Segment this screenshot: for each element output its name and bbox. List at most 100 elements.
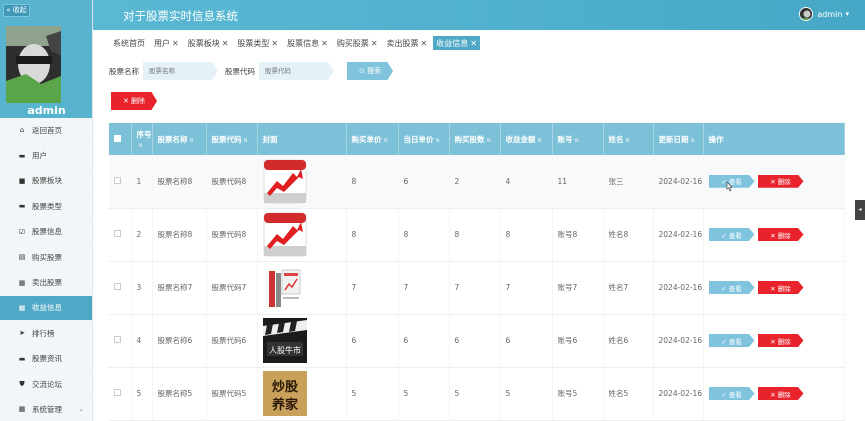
sort-icon[interactable]: ⇅ [626,138,630,144]
grid-icon: ▦ [18,405,26,414]
close-icon[interactable]: ✕ [271,39,278,48]
sidebar-profile: « 收起 admin [0,0,92,118]
close-icon[interactable]: ✕ [371,39,378,48]
sort-icon[interactable]: ⇅ [384,138,388,144]
sidebar-item-0[interactable]: ⌂ 返回首页 [0,118,92,144]
sort-icon[interactable]: ⇅ [575,138,579,144]
sidebar-item-label: 交流论坛 [32,379,62,389]
column-header[interactable]: 封面 [257,123,347,155]
column-header[interactable]: 序号 ⇅ [131,123,153,155]
view-button[interactable]: ✓ 查看 [708,334,755,347]
cell-account: 账号5 [552,367,604,421]
sidebar-item-8[interactable]: ➤ 排行榜 [0,321,92,347]
delete-button[interactable]: ✕ 删除 [757,174,804,188]
sidebar-item-label: 股票信息 [32,227,62,237]
sort-icon[interactable]: ⇅ [691,138,695,144]
stock-code-input[interactable] [259,62,334,80]
sidebar-item-7[interactable]: ▦ 收益信息 [0,295,92,322]
tab-label: 股票类型 [237,38,270,48]
sort-icon[interactable]: ⇅ [244,138,248,144]
sort-icon[interactable]: ⇅ [139,143,143,149]
tab-label: 系统首页 [113,38,145,48]
user-menu[interactable]: admin ▾ [799,7,849,21]
column-header-label: 操作 [708,134,724,144]
close-icon[interactable]: ✕ [172,39,179,48]
sort-icon[interactable]: ⇅ [487,138,491,144]
search-code-label: 股票代码 [225,66,255,76]
search-name-label: 股票名称 [109,66,139,76]
tab-7[interactable]: 收益信息 ✕ [433,36,480,50]
cell-account: 账号8 [552,208,604,262]
sidebar-menu: ⌂ 返回首页 ▬ 用户 ■ 股票板块 ▬ 股票类型 ☑ 股票信息 ▤ 购买股票 ▦ 卖出股票 ▦ 收益信息 ➤ 排… [0,118,92,421]
row-checkbox[interactable] [109,367,132,421]
delete-button[interactable]: ✕ 删除 [757,281,804,294]
tab-2[interactable]: 股票板块 ✕ [185,36,232,50]
sidebar-item-4[interactable]: ☑ 股票信息 [0,220,92,245]
view-button[interactable]: ✓ 查看 [708,228,755,241]
column-header[interactable]: 购买单价 ⇅ [346,123,399,155]
row-checkbox[interactable] [109,314,132,368]
tab-6[interactable]: 卖出股票 ✕ [384,36,431,50]
mouse-cursor-icon [726,182,733,192]
tab-4[interactable]: 股票信息 ✕ [284,36,331,50]
shield-icon: ⛊ [19,379,25,388]
tab-label: 股票板块 [187,38,220,48]
sidebar-item-5[interactable]: ▤ 购买股票 [0,245,92,271]
cell-name: 股票名称6 [152,314,207,368]
sidebar-item-11[interactable]: ▦ 系统管理 ⌄ [0,397,92,421]
column-header[interactable]: 购买股数 ⇅ [449,123,501,155]
column-header[interactable]: 姓名 ⇅ [603,123,654,155]
sidebar-item-1[interactable]: ▬ 用户 [0,143,92,169]
close-icon[interactable]: ✕ [470,39,477,48]
cell-day-price: 7 [398,261,450,315]
cover-image [257,155,347,209]
delete-button[interactable]: ✕ 删除 [757,387,804,400]
cell-person: 姓名6 [603,314,654,368]
collapse-sidebar-button[interactable]: « 收起 [3,4,30,17]
batch-delete-button[interactable]: ✕ 删除 [111,92,157,110]
svg-text:炒股: 炒股 [271,380,297,395]
tab-5[interactable]: 购买股票 ✕ [334,36,381,50]
select-all-checkbox[interactable] [109,123,132,155]
column-header[interactable]: 账号 ⇅ [552,123,604,155]
cell-code: 股票代码7 [206,261,258,315]
stock-name-input[interactable] [143,62,218,80]
cell-shares: 6 [449,314,501,368]
tab-0[interactable]: 系统首页 [110,36,148,50]
close-icon[interactable]: ✕ [222,39,229,48]
row-checkbox[interactable] [109,155,132,209]
view-button[interactable]: ✓ 查看 [708,281,755,294]
column-header[interactable]: 收益金额 ⇅ [500,123,553,155]
delete-button[interactable]: ✕ 删除 [757,228,804,241]
row-actions: ✓ 查看 ✕ 删除 [703,367,845,421]
column-header[interactable]: 更新日期 ⇅ [653,123,704,155]
close-icon[interactable]: ✕ [421,39,428,48]
side-expand-handle[interactable]: ◂ [855,200,865,220]
view-button[interactable]: ✓ 查看 [708,387,755,400]
column-header[interactable]: 当日单价 ⇅ [398,123,450,155]
search-button[interactable]: ⊙ 搜索 [347,62,393,80]
row-checkbox[interactable] [109,261,132,315]
column-header[interactable]: 股票代码 ⇅ [206,123,258,155]
chevron-down-icon: ▾ [845,10,849,18]
sidebar-item-3[interactable]: ▬ 股票类型 [0,194,92,220]
column-header[interactable]: 操作 [703,123,845,155]
sidebar-item-label: 股票类型 [32,201,62,211]
sort-icon[interactable]: ⇅ [436,138,440,144]
sort-icon[interactable]: ⇅ [190,138,194,144]
sidebar-item-2[interactable]: ■ 股票板块 [0,169,92,195]
sidebar-item-9[interactable]: ▬ 股票资讯 [0,347,92,372]
tab-1[interactable]: 用户 ✕ [151,36,182,50]
sort-icon[interactable]: ⇅ [538,138,542,144]
sidebar-item-10[interactable]: ⛊ 交流论坛 [0,372,92,398]
close-icon[interactable]: ✕ [321,39,328,48]
delete-button[interactable]: ✕ 删除 [757,334,804,347]
monitor-icon: ▬ [18,354,26,363]
sidebar-item-label: 收益信息 [32,303,62,313]
column-header[interactable]: 股票名称 ⇅ [152,123,207,155]
column-header-label: 股票代码 [211,134,242,144]
sidebar-item-6[interactable]: ▦ 卖出股票 [0,270,92,296]
tab-3[interactable]: 股票类型 ✕ [234,36,281,50]
monitor-icon: ▬ [18,151,26,160]
row-checkbox[interactable] [109,208,132,262]
